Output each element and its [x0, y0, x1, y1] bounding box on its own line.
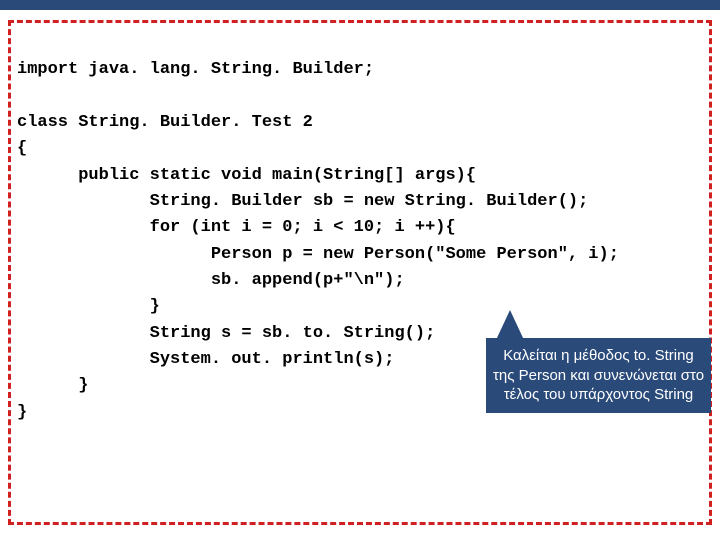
- code-line: import java. lang. String. Builder;: [17, 60, 374, 79]
- code-line: String s = sb. to. String();: [17, 324, 435, 343]
- code-line: sb. append(p+"\n");: [17, 271, 405, 290]
- code-line: for (int i = 0; i < 10; i ++){: [17, 218, 456, 237]
- header-bar: [0, 0, 720, 10]
- code-line: }: [17, 403, 27, 422]
- code-line: public static void main(String[] args){: [17, 166, 476, 185]
- callout: Καλείται η μέθοδος to. String της Person…: [486, 338, 711, 413]
- code-frame: import java. lang. String. Builder; clas…: [8, 20, 712, 525]
- code-line: }: [17, 297, 160, 316]
- code-line: }: [17, 376, 88, 395]
- code-line: Person p = new Person("Some Person", i);: [17, 245, 619, 264]
- code-line: {: [17, 139, 27, 158]
- callout-text: Καλείται η μέθοδος to. String της Person…: [486, 338, 711, 413]
- code-line: String. Builder sb = new String. Builder…: [17, 192, 588, 211]
- callout-pointer-icon: [496, 310, 524, 340]
- code-line: System. out. println(s);: [17, 350, 394, 369]
- code-line: class String. Builder. Test 2: [17, 113, 313, 132]
